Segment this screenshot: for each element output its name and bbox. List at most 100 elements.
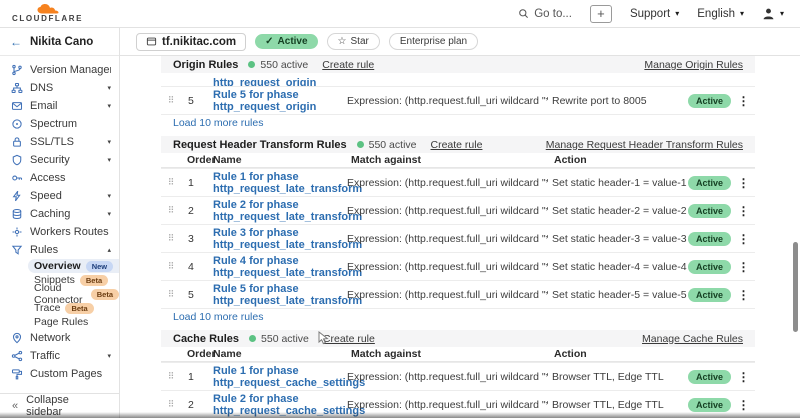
- sidebar-subitem-overview[interactable]: Overview New: [28, 259, 119, 273]
- shield-icon: [11, 154, 23, 166]
- drag-handle-icon[interactable]: ⠿: [161, 205, 181, 216]
- sidebar-item-workers-routes[interactable]: Workers Routes: [0, 223, 119, 241]
- action-text: Set static header-1 = value-1: [548, 177, 688, 189]
- rule-name-link[interactable]: Rule 5 for phasehttp_request_late_transf…: [207, 283, 345, 307]
- column-match: Match against: [345, 154, 548, 166]
- sidebar-item-caching[interactable]: Caching ▾: [0, 205, 119, 223]
- drag-handle-icon[interactable]: ⠿: [161, 95, 181, 106]
- status-badge: Active: [688, 94, 731, 108]
- sidebar-subitem-label: Trace: [34, 302, 60, 314]
- active-dot-icon: [248, 61, 255, 68]
- kebab-menu-button[interactable]: ⋮: [732, 398, 755, 412]
- sidebar-item-rules[interactable]: Rules ▴: [0, 241, 119, 259]
- sidebar-item-custom-pages[interactable]: Custom Pages: [0, 365, 119, 383]
- drag-handle-icon[interactable]: ⠿: [161, 289, 181, 300]
- column-action: Action: [548, 348, 688, 360]
- sidebar-item-traffic[interactable]: Traffic ▾: [0, 347, 119, 365]
- sidebar-subitem-label: Page Rules: [34, 316, 88, 328]
- chevron-up-icon: ▴: [107, 246, 111, 254]
- kebab-menu-button[interactable]: ⋮: [732, 260, 755, 274]
- chevron-down-icon: ▾: [107, 102, 111, 110]
- envelope-icon: [11, 100, 23, 112]
- rule-name-link[interactable]: Rule 1 for phasehttp_request_late_transf…: [207, 171, 345, 195]
- rule-name-link[interactable]: Rule 1 for phasehttp_request_cache_setti…: [207, 365, 345, 389]
- kebab-menu-button[interactable]: ⋮: [732, 232, 755, 246]
- chevron-down-icon: ▾: [780, 9, 784, 18]
- transform-rules-section-header: Request Header Transform Rules 550 activ…: [161, 136, 755, 153]
- active-count: 550 active: [369, 139, 417, 151]
- manage-transform-rules-link[interactable]: Manage Request Header Transform Rules: [546, 139, 743, 151]
- support-menu[interactable]: Support ▾: [630, 8, 679, 20]
- kebab-menu-button[interactable]: ⋮: [732, 176, 755, 190]
- back-arrow-icon[interactable]: ←: [10, 35, 22, 49]
- user-menu[interactable]: ▾: [762, 7, 784, 20]
- chevron-down-icon: ▾: [107, 138, 111, 146]
- drag-handle-icon[interactable]: ⠿: [161, 371, 181, 382]
- sidebar-subitem-page-rules[interactable]: Page Rules: [0, 315, 119, 329]
- star-button[interactable]: ☆ Star: [327, 33, 380, 50]
- account-header[interactable]: ← Nikita Cano: [0, 28, 119, 56]
- rule-name-link[interactable]: http_request_origin: [213, 77, 316, 86]
- rule-name-link[interactable]: Rule 4 for phasehttp_request_late_transf…: [207, 255, 345, 279]
- sidebar-subitem-trace[interactable]: Trace Beta: [0, 301, 119, 315]
- vertical-scrollbar-thumb[interactable]: [793, 242, 798, 332]
- chevron-down-icon: ▾: [107, 156, 111, 164]
- clipped-rule-row: http_request_origin: [161, 73, 755, 86]
- plus-icon: +: [597, 7, 605, 20]
- create-rule-link[interactable]: Create rule: [431, 139, 483, 151]
- sidebar-item-speed[interactable]: Speed ▾: [0, 187, 119, 205]
- drag-handle-icon[interactable]: ⠿: [161, 261, 181, 272]
- sidebar-item-version-management[interactable]: Version Management: [0, 61, 119, 79]
- sidebar-item-network[interactable]: Network: [0, 329, 119, 347]
- status-badge: ✓ Active: [255, 34, 317, 49]
- sidebar-item-label: Custom Pages: [30, 368, 111, 380]
- rule-name-link[interactable]: Rule 2 for phasehttp_request_late_transf…: [207, 199, 345, 223]
- branch-icon: [11, 64, 23, 76]
- match-expression: Expression: (http.request.full_uri wildc…: [345, 261, 548, 273]
- drag-handle-icon[interactable]: ⠿: [161, 177, 181, 188]
- zone-bar: tf.nikitac.com ✓ Active ☆ Star Enterpris…: [120, 28, 800, 56]
- sidebar-subitem-cloud-connector[interactable]: Cloud Connector Beta: [0, 287, 119, 301]
- add-button[interactable]: +: [590, 5, 612, 23]
- sidebar-item-label: Network: [30, 332, 111, 344]
- kebab-menu-button[interactable]: ⋮: [732, 288, 755, 302]
- kebab-menu-button[interactable]: ⋮: [732, 370, 755, 384]
- load-more-rules-link[interactable]: Load 10 more rules: [161, 308, 755, 325]
- sidebar-item-dns[interactable]: DNS ▾: [0, 79, 119, 97]
- rule-name-link[interactable]: Rule 5 for phasehttp_request_origin: [207, 89, 345, 113]
- load-more-label: Load 10 more rules: [173, 311, 263, 323]
- support-label: Support: [630, 8, 670, 20]
- sidebar-item-security[interactable]: Security ▾: [0, 151, 119, 169]
- domain-selector[interactable]: tf.nikitac.com: [136, 33, 246, 51]
- drag-handle-icon[interactable]: ⠿: [161, 399, 181, 410]
- goto-search[interactable]: Go to...: [518, 8, 572, 20]
- sidebar-item-access[interactable]: Access: [0, 169, 119, 187]
- manage-cache-rules-link[interactable]: Manage Cache Rules: [642, 333, 743, 345]
- sidebar-item-spectrum[interactable]: Spectrum: [0, 115, 119, 133]
- lock-icon: [11, 136, 23, 148]
- manage-origin-rules-link[interactable]: Manage Origin Rules: [644, 59, 743, 71]
- create-rule-link[interactable]: Create rule: [323, 333, 375, 345]
- share-icon: [11, 350, 23, 362]
- kebab-menu-button[interactable]: ⋮: [732, 204, 755, 218]
- table-row: ⠿ 4 Rule 4 for phasehttp_request_late_tr…: [161, 252, 755, 280]
- star-label: Star: [351, 36, 369, 47]
- domain-name: tf.nikitac.com: [162, 36, 236, 48]
- action-text: Browser TTL, Edge TTL: [548, 371, 688, 383]
- action-text: Rewrite port to 8005: [548, 95, 688, 107]
- column-order: Order: [181, 348, 207, 360]
- rule-name-line2: http_request_late_transform: [213, 183, 362, 195]
- order-cell: 4: [181, 261, 207, 273]
- create-rule-link[interactable]: Create rule: [322, 59, 374, 71]
- order-cell: 3: [181, 233, 207, 245]
- spectrum-icon: [11, 118, 23, 130]
- rule-name-link[interactable]: Rule 3 for phasehttp_request_late_transf…: [207, 227, 345, 251]
- drag-handle-icon[interactable]: ⠿: [161, 233, 181, 244]
- cloudflare-logo[interactable]: CLOUDFLARE: [12, 4, 83, 23]
- load-more-rules-link[interactable]: Load 10 more rules: [161, 114, 755, 131]
- star-icon: ☆: [338, 36, 347, 47]
- kebab-menu-button[interactable]: ⋮: [732, 94, 755, 108]
- language-menu[interactable]: English ▾: [697, 8, 744, 20]
- sidebar-item-email[interactable]: Email ▾: [0, 97, 119, 115]
- sidebar-item-ssl-tls[interactable]: SSL/TLS ▾: [0, 133, 119, 151]
